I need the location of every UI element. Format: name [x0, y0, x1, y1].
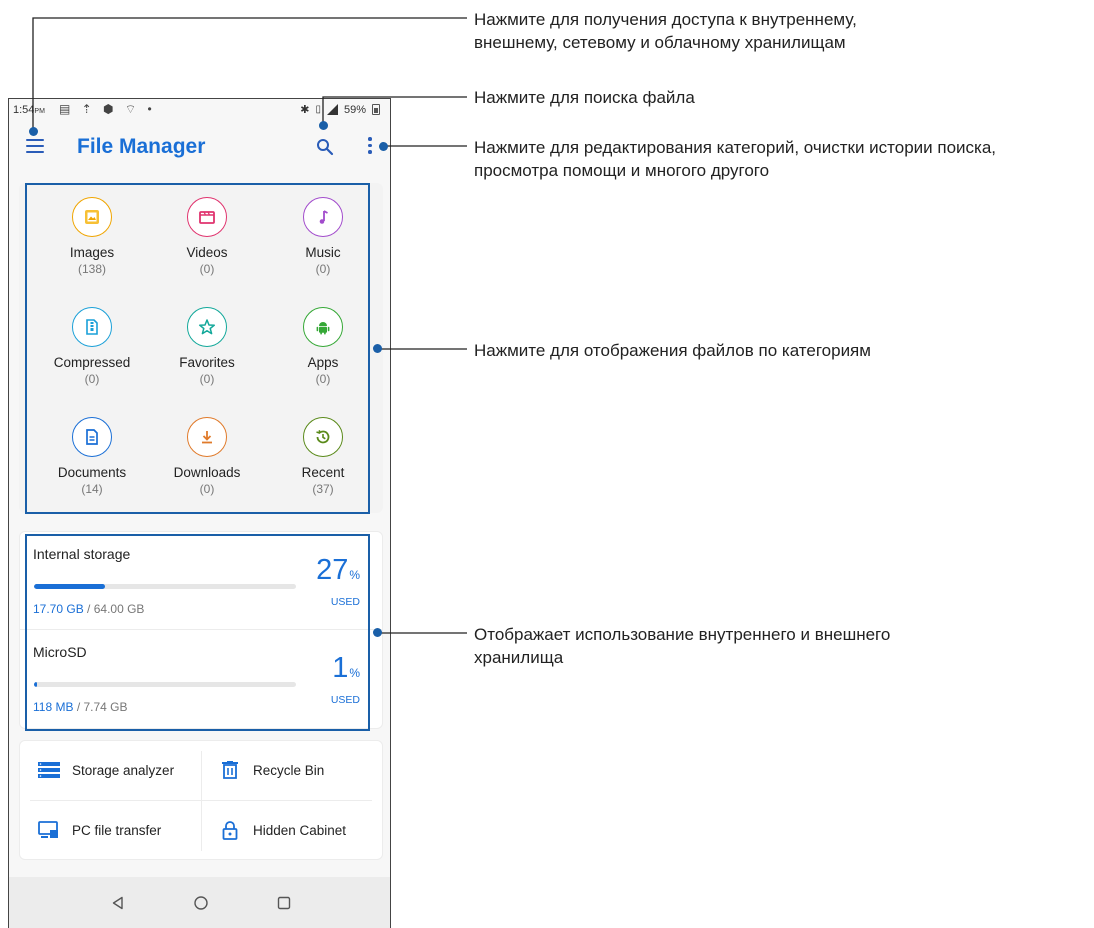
callout-line: внешнему, сетевому и облачному хранилища… [474, 33, 846, 52]
categories-callout-dot [373, 344, 382, 353]
storage-callout-dot [373, 628, 382, 637]
callout-line: Нажмите для редактирования категорий, оч… [474, 138, 997, 157]
menu-callout-dot [29, 127, 38, 136]
callout-line: Отображает использование внутреннего и в… [474, 625, 891, 644]
callout-line: просмотра помощи и многого другого [474, 161, 770, 180]
more-callout-dot [379, 142, 388, 151]
more-callout: Нажмите для редактирования категорий, оч… [474, 136, 996, 182]
categories-callout: Нажмите для отображения файлов по катего… [474, 341, 871, 360]
callout-line: хранилища [474, 648, 564, 667]
menu-callout: Нажмите для получения доступа к внутренн… [474, 8, 857, 54]
search-callout-dot [319, 121, 328, 130]
storage-callout: Отображает использование внутреннего и в… [474, 623, 890, 669]
search-callout: Нажмите для поиска файла [474, 88, 695, 107]
callout-line: Нажмите для получения доступа к внутренн… [474, 10, 857, 29]
